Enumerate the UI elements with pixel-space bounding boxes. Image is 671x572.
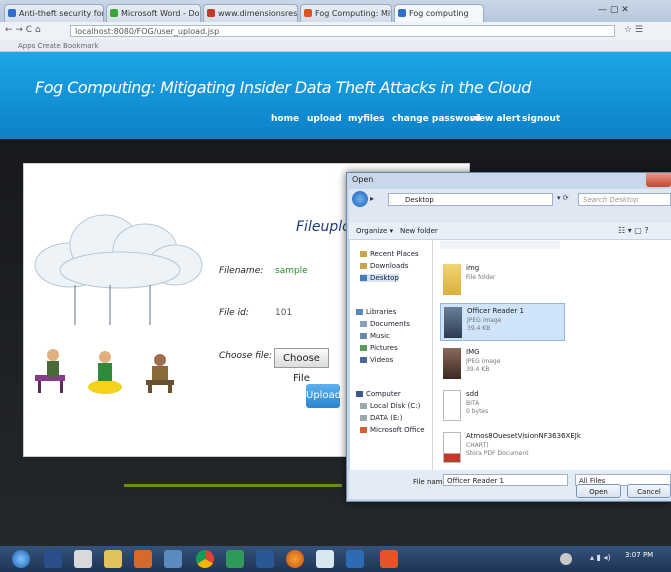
- tab-label: Microsoft Word - Docum...: [121, 9, 200, 18]
- photo-thumbnail-icon: [443, 348, 461, 379]
- file-item-sdd[interactable]: sdd BITA 0 bytes: [440, 387, 565, 425]
- upload-title: Fileuplo: [296, 219, 351, 235]
- tab-favicon: [304, 9, 312, 17]
- nav-upload[interactable]: upload: [307, 114, 342, 124]
- nav-myfiles[interactable]: myfiles: [348, 114, 384, 124]
- cancel-button[interactable]: Cancel: [627, 484, 671, 498]
- dialog-path-field[interactable]: Desktop: [388, 193, 553, 206]
- help-icon[interactable]: [560, 553, 572, 565]
- tree-pictures[interactable]: Pictures: [360, 344, 398, 352]
- file-name-input[interactable]: Officer Reader 1: [443, 474, 568, 486]
- choose-file-button[interactable]: Choose File: [274, 348, 329, 384]
- tree-computer[interactable]: Computer: [356, 390, 401, 398]
- teamviewer-icon[interactable]: [346, 550, 364, 568]
- url-field[interactable]: localhost:8080/FOG/user_upload.jsp: [70, 25, 615, 37]
- user-on-chair-icon: [88, 351, 122, 394]
- tray-icons[interactable]: ▴ ▮ ◂): [590, 553, 611, 562]
- nav-view-alert[interactable]: view alert: [470, 114, 521, 124]
- pdf-icon: [443, 432, 461, 463]
- open-button[interactable]: Open: [576, 484, 621, 498]
- organize-button[interactable]: Organize ▾: [356, 227, 393, 235]
- browser-tab-active[interactable]: Fog computing: [394, 4, 484, 22]
- tab-label: Fog Computing: Mitigati...: [315, 9, 391, 18]
- tree-music[interactable]: Music: [360, 332, 390, 340]
- tree-recent-places[interactable]: Recent Places: [360, 250, 419, 258]
- site-title: Fog Computing: Mitigating Insider Data T…: [35, 78, 531, 97]
- java-icon[interactable]: [164, 550, 182, 568]
- tree-videos[interactable]: Videos: [360, 356, 393, 364]
- fileid-value[interactable]: 101: [275, 308, 292, 318]
- file-item-img[interactable]: IMG JPEG image 39.4 KB: [440, 345, 565, 383]
- upload-button[interactable]: Upload: [306, 384, 341, 408]
- nav-home[interactable]: home: [271, 114, 299, 124]
- tree-downloads[interactable]: Downloads: [360, 262, 408, 270]
- tree-local-disk[interactable]: Local Disk (C:): [360, 402, 420, 410]
- dialog-title: Open: [352, 175, 374, 184]
- dialog-close-button[interactable]: [646, 173, 671, 187]
- divider-line: [124, 484, 342, 487]
- vlc-icon[interactable]: [380, 550, 398, 568]
- browser-tab-2[interactable]: Microsoft Word - Docum...: [106, 4, 201, 22]
- tree-data-drive[interactable]: DATA (E:): [360, 414, 403, 422]
- tab-label: Fog computing: [409, 9, 469, 18]
- file-item-selected[interactable]: Officer Reader 1 JPEG image 39.4 KB: [440, 303, 565, 341]
- file-item-img-folder[interactable]: img File folder: [440, 261, 565, 299]
- tree-microsoft-office[interactable]: Microsoft Office: [360, 426, 425, 434]
- document-icon: [443, 390, 461, 421]
- tab-favicon: [110, 9, 118, 17]
- browser-tab-4[interactable]: Fog Computing: Mitigati...: [300, 4, 392, 22]
- dialog-search-input[interactable]: Search Desktop: [578, 193, 671, 206]
- browser-tab-1[interactable]: Anti-theft security for v...: [4, 4, 104, 22]
- photo-thumbnail-icon: [444, 307, 462, 338]
- paint-icon[interactable]: [316, 550, 334, 568]
- bookmarks-bar: Apps Create Bookmark: [0, 40, 671, 52]
- tree-documents[interactable]: Documents: [360, 320, 410, 328]
- window-controls[interactable]: — ▢ ✕: [598, 5, 629, 15]
- refresh-icon[interactable]: ▾ ⟳: [557, 194, 569, 202]
- chrome-icon[interactable]: [196, 550, 214, 568]
- file-item-pdf[interactable]: Atmos8OuesetVisionNF3636XEJk CHART) Stor…: [440, 429, 581, 467]
- nav-buttons[interactable]: ← → C ⌂: [5, 25, 41, 35]
- app-icon[interactable]: [226, 550, 244, 568]
- taskbar-clock[interactable]: 3:07 PM: [625, 551, 653, 559]
- explorer-icon[interactable]: [74, 550, 92, 568]
- firefox-icon[interactable]: [286, 550, 304, 568]
- filename-label: Filename:: [219, 266, 264, 276]
- view-options-icon[interactable]: ☷ ▾ ▢ ?: [618, 226, 649, 235]
- tab-favicon: [8, 9, 16, 17]
- nav-signout[interactable]: signout: [522, 114, 560, 124]
- settings-icon[interactable]: ☆ ☰: [624, 25, 643, 35]
- browser-tab-3[interactable]: www.dimensionsresearch...: [203, 4, 298, 22]
- new-folder-button[interactable]: New folder: [400, 227, 438, 235]
- powershell-icon[interactable]: [44, 550, 62, 568]
- folder-icon[interactable]: [104, 550, 122, 568]
- dialog-spacer: [349, 209, 671, 223]
- cloud-illustration: [34, 214, 203, 289]
- media-player-icon[interactable]: [134, 550, 152, 568]
- forward-arrow-icon[interactable]: ▸: [370, 194, 374, 203]
- back-arrow-icon[interactable]: [352, 191, 368, 207]
- user-with-laptop-icon: [146, 354, 174, 393]
- nav-change-password[interactable]: change password: [392, 114, 481, 124]
- filename-value[interactable]: sample: [275, 266, 308, 276]
- start-button-icon[interactable]: [12, 550, 30, 568]
- fileid-label: File id:: [219, 308, 249, 318]
- user-at-desk-icon: [35, 349, 65, 393]
- folder-icon: [443, 264, 461, 295]
- tab-label: www.dimensionsresearch...: [218, 9, 298, 18]
- word-icon[interactable]: [256, 550, 274, 568]
- tab-label: Anti-theft security for v...: [19, 9, 104, 18]
- tree-desktop[interactable]: Desktop: [360, 274, 399, 282]
- file-list-top: [440, 241, 560, 249]
- tab-favicon: [398, 9, 406, 17]
- choose-file-label: Choose file:: [219, 351, 272, 361]
- network-lines: [74, 285, 151, 325]
- tree-libraries[interactable]: Libraries: [356, 308, 396, 316]
- tab-favicon: [207, 9, 215, 17]
